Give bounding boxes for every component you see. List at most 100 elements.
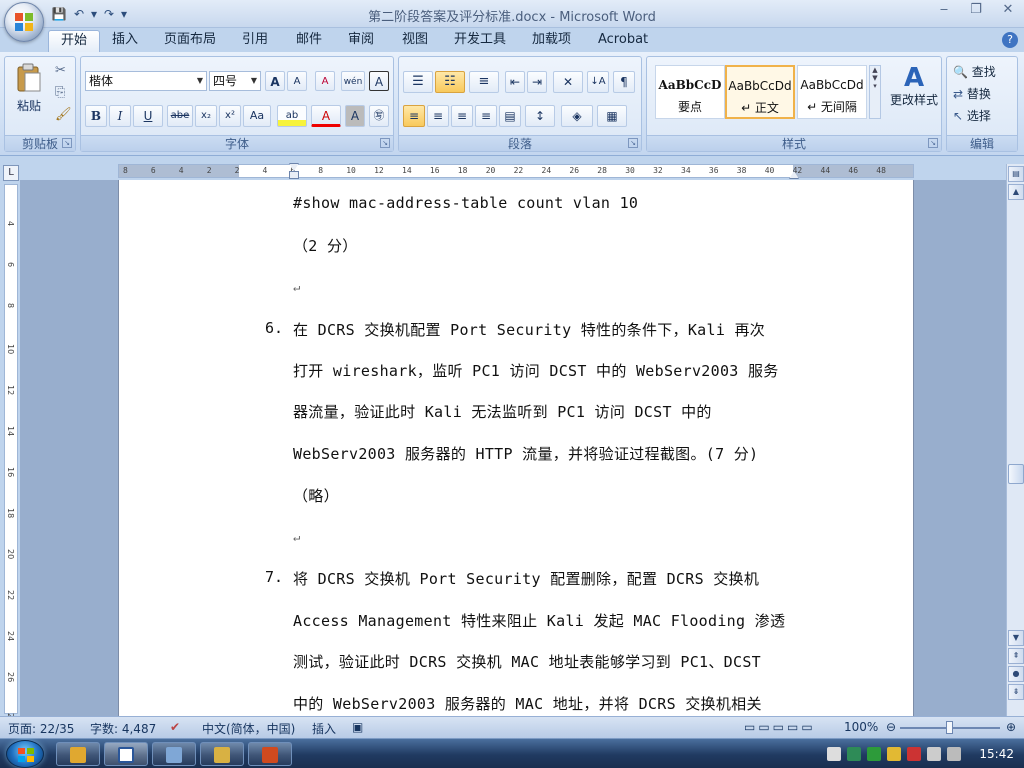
show-marks-button[interactable]: ¶ [613, 71, 635, 93]
vertical-ruler[interactable]: 46810121416182022242628 [4, 184, 18, 723]
tray-alert-icon[interactable] [907, 747, 922, 761]
line-spacing-button[interactable]: ↕ [525, 105, 555, 127]
view-buttons[interactable]: ▭▭▭▭▭ [744, 720, 816, 734]
tab-addins[interactable]: 加载项 [520, 30, 583, 52]
cut-icon[interactable]: ✂ [55, 63, 66, 78]
copy-icon[interactable]: ⎘ [55, 85, 65, 100]
scroll-down-icon[interactable]: ▼ [1008, 630, 1024, 646]
tray-app-icon[interactable] [887, 747, 902, 761]
tray-network-icon[interactable] [847, 747, 862, 761]
bold-button[interactable]: B [85, 105, 107, 127]
macro-record-icon[interactable]: ▣ [352, 720, 363, 734]
replace-button[interactable]: ⇄ 替换 [953, 85, 991, 102]
language-indicator[interactable]: 中文(简体，中国) [202, 720, 295, 737]
tab-developer[interactable]: 开发工具 [442, 30, 518, 52]
justify-button[interactable]: ≡ [475, 105, 497, 127]
chevron-down-icon[interactable]: ▼ [248, 72, 260, 90]
select-button[interactable]: ↖ 选择 [953, 107, 991, 124]
tray-film-icon[interactable] [827, 747, 842, 761]
zoom-in-icon[interactable]: ⊕ [1006, 720, 1016, 734]
close-button[interactable]: ✕ [992, 0, 1024, 22]
doc-line-omitted[interactable]: （略） [293, 485, 339, 506]
font-size-combo[interactable]: 四号 ▼ [209, 71, 261, 91]
tab-mailings[interactable]: 邮件 [284, 30, 334, 52]
tab-page-layout[interactable]: 页面布局 [152, 30, 228, 52]
paste-button[interactable]: 粘贴 [9, 61, 49, 125]
enclose-char-button[interactable]: ㊢ [369, 105, 389, 127]
doc-line-6b[interactable]: 打开 wireshark，监听 PC1 访问 DCST 中的 WebServ20… [293, 360, 779, 381]
insert-mode[interactable]: 插入 [312, 720, 336, 737]
format-painter-icon[interactable]: 🖌 [55, 107, 72, 122]
change-case-button[interactable]: Aa [243, 105, 271, 127]
change-styles-button[interactable]: A 更改样式 [887, 63, 941, 123]
phonetic-guide-button[interactable]: wén [341, 71, 365, 91]
ime-icon[interactable] [947, 747, 962, 761]
restore-button[interactable]: ❐ [960, 0, 992, 22]
asian-layout-button[interactable]: ✕ [553, 71, 583, 93]
taskbar-app[interactable] [200, 742, 244, 766]
taskbar-explorer[interactable] [152, 742, 196, 766]
font-color-button[interactable]: A [311, 105, 341, 127]
speaker-icon[interactable] [927, 747, 942, 761]
shield-icon[interactable] [867, 747, 882, 761]
next-page-icon[interactable]: ⇟ [1008, 684, 1024, 700]
clear-format-button[interactable]: A [315, 71, 335, 91]
doc-line-6a[interactable]: 在 DCRS 交换机配置 Port Security 特性的条件下，Kali 再… [293, 319, 765, 340]
document-page[interactable]: #show mac-address-table count vlan 10 （2… [118, 180, 914, 716]
align-left-button[interactable]: ≡ [403, 105, 425, 127]
start-button[interactable] [6, 740, 44, 768]
doc-line-6d[interactable]: WebServ2003 服务器的 HTTP 流量，并将验证过程截图。(7 分) [293, 443, 758, 464]
tab-view[interactable]: 视图 [390, 30, 440, 52]
align-right-button[interactable]: ≡ [451, 105, 473, 127]
office-button[interactable] [4, 2, 44, 42]
shrink-font-button[interactable]: A [287, 71, 307, 91]
help-icon[interactable]: ? [1002, 32, 1018, 48]
chevron-down-icon[interactable]: ▼ [194, 72, 206, 90]
italic-button[interactable]: I [109, 105, 131, 127]
taskbar-powerpoint[interactable] [248, 742, 292, 766]
styles-gallery-scroll[interactable]: ▲ ▼ ▾ [869, 65, 881, 119]
clipboard-launcher-icon[interactable]: ↘ [62, 138, 72, 148]
font-launcher-icon[interactable]: ↘ [380, 138, 390, 148]
zoom-slider-thumb[interactable] [946, 721, 953, 734]
char-shading-button[interactable]: A [345, 105, 365, 127]
subscript-button[interactable]: x₂ [195, 105, 217, 127]
word-count[interactable]: 字数: 4,487 [90, 720, 156, 737]
taskbar-word[interactable] [104, 742, 148, 766]
doc-line-7c[interactable]: 测试，验证此时 DCRS 交换机 MAC 地址表能够学习到 PC1、DCST [293, 651, 761, 672]
doc-line-score-1[interactable]: （2 分） [293, 235, 358, 256]
tab-references[interactable]: 引用 [230, 30, 280, 52]
align-center-button[interactable]: ≡ [427, 105, 449, 127]
scroll-thumb[interactable] [1008, 464, 1024, 484]
ruler-toggle-icon[interactable]: ▤ [1008, 166, 1024, 182]
superscript-button[interactable]: x² [219, 105, 241, 127]
scroll-up-icon[interactable]: ▲ [1008, 184, 1024, 200]
horizontal-ruler[interactable]: 8642246810121416182022242628303234363840… [118, 163, 914, 179]
zoom-level[interactable]: 100% [844, 720, 878, 734]
hanging-indent-marker[interactable] [289, 171, 299, 179]
vertical-scrollbar[interactable]: ▤ ▲ ▼ ⇞ ● ⇟ [1006, 164, 1024, 716]
sort-button[interactable]: ↓A [587, 71, 609, 93]
strikethrough-button[interactable]: abe [167, 105, 193, 127]
page-count[interactable]: 页面: 22/35 [8, 720, 74, 737]
tab-acrobat[interactable]: Acrobat [586, 30, 660, 52]
doc-line-6c[interactable]: 器流量，验证此时 Kali 无法监听到 PC1 访问 DCST 中的 [293, 401, 712, 422]
taskbar-clock[interactable]: 15:42 [979, 747, 1014, 761]
highlight-button[interactable]: ab [277, 105, 307, 127]
doc-line-7a[interactable]: 将 DCRS 交换机 Port Security 配置删除，配置 DCRS 交换… [293, 568, 759, 589]
multilevel-list-button[interactable]: ≡ [469, 71, 499, 93]
doc-line-command[interactable]: #show mac-address-table count vlan 10 [293, 194, 638, 212]
minimize-button[interactable]: ‒ [928, 0, 960, 22]
tab-selector[interactable]: L [3, 165, 19, 181]
underline-button[interactable]: U [133, 105, 163, 127]
tab-home[interactable]: 开始 [48, 30, 101, 52]
grow-font-button[interactable]: A [265, 71, 285, 91]
paragraph-launcher-icon[interactable]: ↘ [628, 138, 638, 148]
proofing-icon[interactable]: ✔ [170, 720, 180, 734]
shading-button[interactable]: ◈ [561, 105, 593, 127]
decrease-indent-button[interactable]: ⇤ [505, 71, 525, 93]
style-normal[interactable]: AaBbCcDd ↵ 正文 [725, 65, 795, 119]
borders-button[interactable]: ▦ [597, 105, 627, 127]
style-no-spacing[interactable]: AaBbCcDd ↵ 无间隔 [797, 65, 867, 119]
font-name-combo[interactable]: 楷体 ▼ [85, 71, 207, 91]
